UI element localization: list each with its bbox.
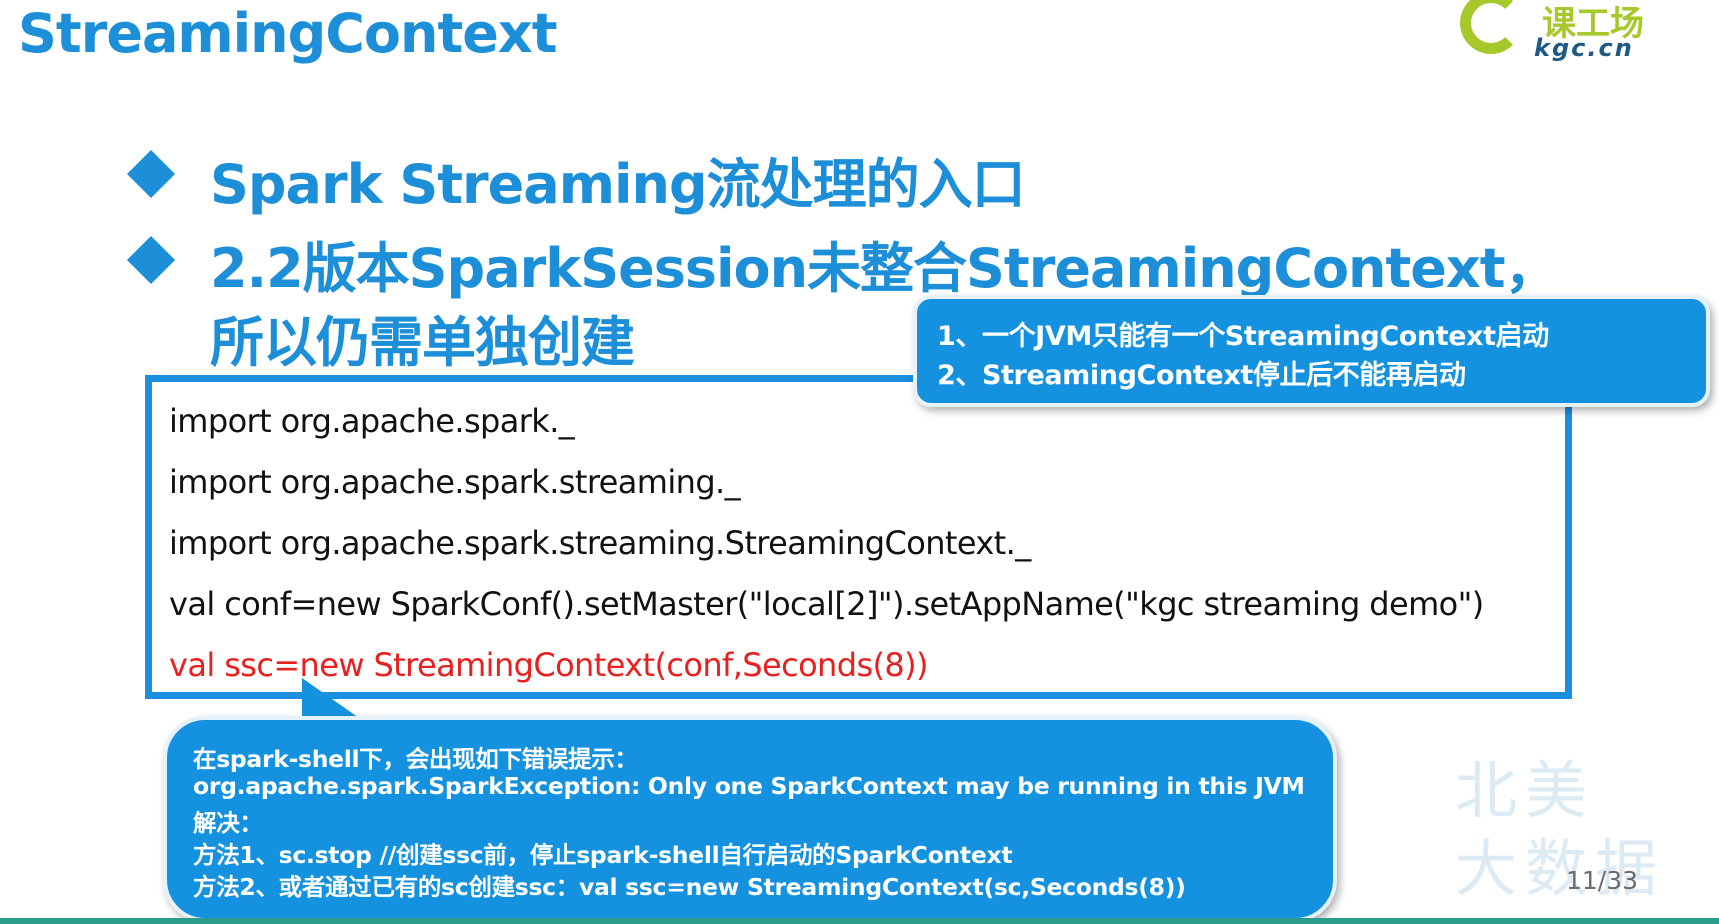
callout-pointer bbox=[302, 678, 362, 720]
bullet-diamond-icon bbox=[126, 149, 176, 199]
code-line: import org.apache.spark._ bbox=[169, 402, 575, 440]
watermark-line-1: 北美 bbox=[1455, 754, 1596, 827]
logo-subtext: kgc.cn bbox=[1534, 34, 1634, 62]
code-line: import org.apache.spark.streaming.Stream… bbox=[169, 524, 1031, 562]
bullet-2-continued: 所以仍需单独创建 bbox=[210, 311, 635, 374]
error-callout-line: 方法1、sc.stop //创建ssc前，停止spark-shell自行启动的S… bbox=[193, 841, 1013, 869]
error-callout-line: 解决： bbox=[193, 809, 263, 837]
error-callout-line: 方法2、或者通过已有的sc创建ssc：val ssc=new Streaming… bbox=[193, 873, 1186, 901]
page-number: 11/33 bbox=[1566, 866, 1639, 895]
note-line: 2、StreamingContext停止后不能再启动 bbox=[937, 360, 1466, 391]
note-callout: 1、一个JVM只能有一个StreamingContext启动 2、Streami… bbox=[913, 295, 1710, 407]
slide-title: StreamingContext bbox=[18, 2, 558, 65]
error-callout-line: org.apache.spark.SparkException: Only on… bbox=[193, 772, 1305, 800]
note-line: 1、一个JVM只能有一个StreamingContext启动 bbox=[937, 321, 1549, 352]
bullet-2: 2.2版本SparkSession未整合StreamingContext， bbox=[210, 237, 1559, 300]
bottom-accent-bar bbox=[0, 918, 1719, 924]
logo: 课工场 kgc.cn bbox=[1460, 0, 1700, 70]
bullet-diamond-icon bbox=[126, 235, 176, 285]
logo-c-icon bbox=[1460, 0, 1522, 54]
bullet-1: Spark Streaming流处理的入口 bbox=[210, 153, 1026, 216]
code-line: import org.apache.spark.streaming._ bbox=[169, 463, 741, 501]
code-block: import org.apache.spark._ import org.apa… bbox=[145, 375, 1572, 699]
error-callout: 在spark-shell下，会出现如下错误提示： org.apache.spar… bbox=[163, 716, 1337, 922]
error-callout-line: 在spark-shell下，会出现如下错误提示： bbox=[193, 745, 638, 773]
code-line: val conf=new SparkConf().setMaster("loca… bbox=[169, 585, 1484, 623]
code-line-highlighted: val ssc=new StreamingContext(conf,Second… bbox=[169, 646, 929, 684]
